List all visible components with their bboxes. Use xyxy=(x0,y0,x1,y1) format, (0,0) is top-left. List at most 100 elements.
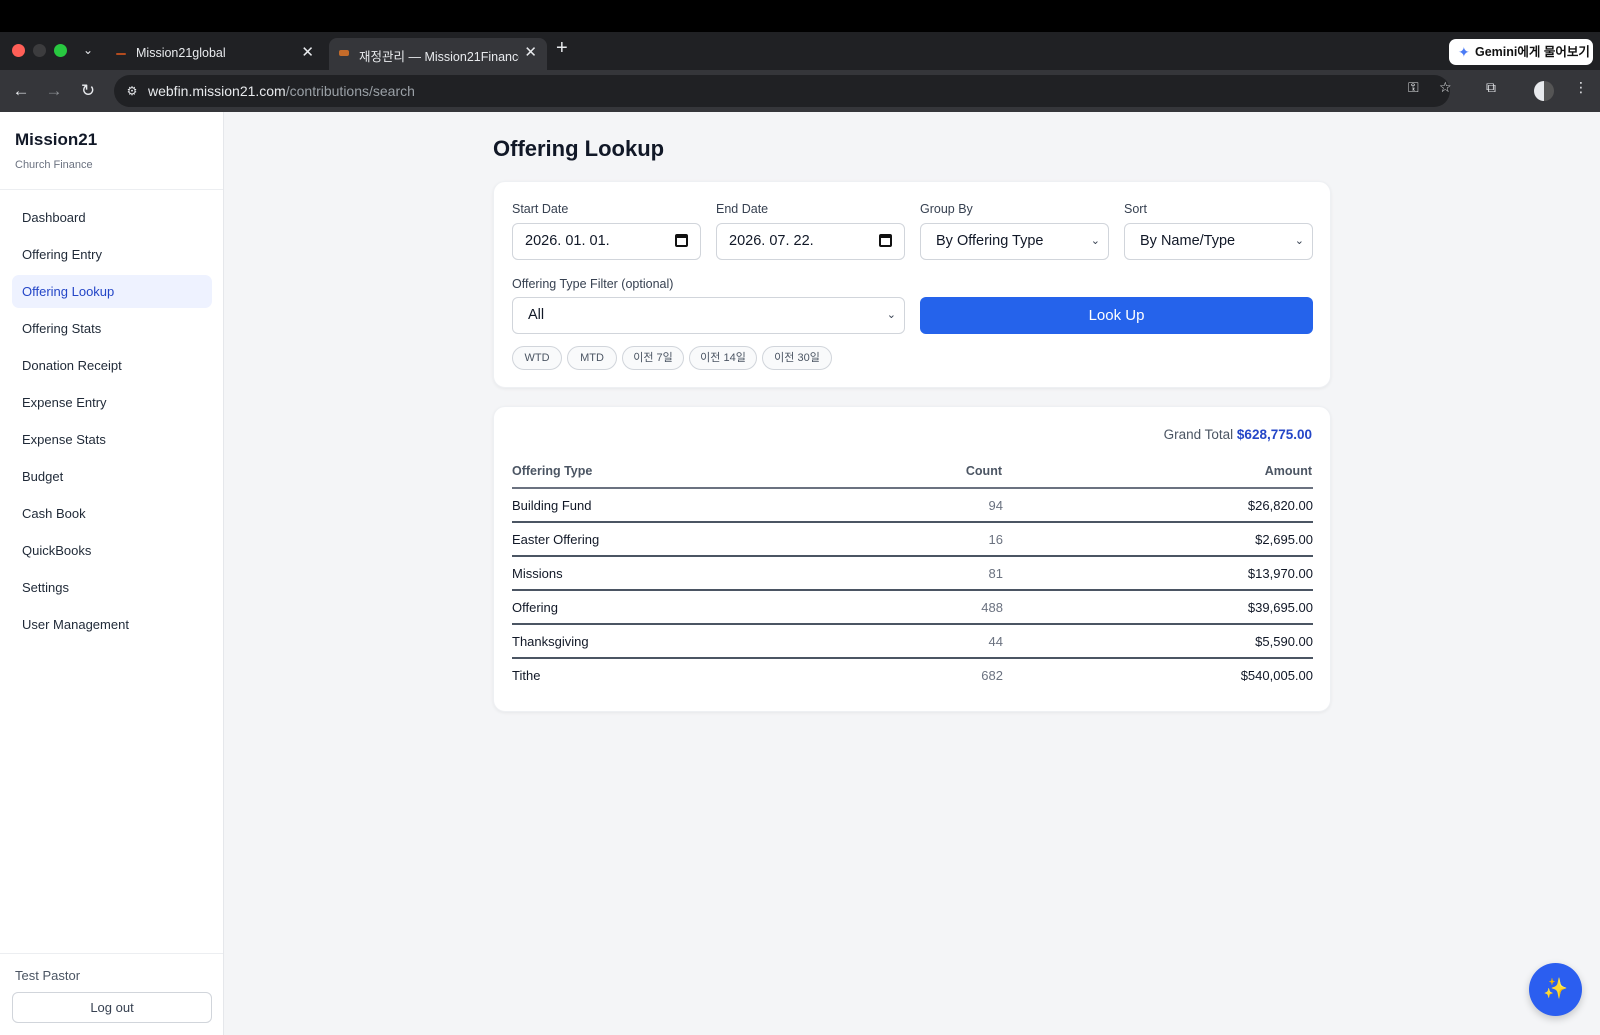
end-date-value: 2026. 07. 22. xyxy=(729,233,814,249)
group-by-select[interactable]: By Offering Type ⌄ xyxy=(920,223,1109,260)
end-date-input[interactable]: 2026. 07. 22. xyxy=(716,223,905,260)
chevron-down-icon: ⌄ xyxy=(1294,235,1304,247)
cell-count: 682 xyxy=(981,668,1003,683)
profile-avatar[interactable] xyxy=(1534,81,1554,101)
quick-range-wtd-chip[interactable]: WTD xyxy=(512,346,562,370)
sidebar-item-offering-entry[interactable]: Offering Entry xyxy=(12,238,212,271)
brand-subtitle: Church Finance xyxy=(15,159,93,171)
chevron-down-icon: ⌄ xyxy=(886,309,896,321)
minimize-window-button[interactable] xyxy=(33,44,46,57)
sidebar-item-expense-stats[interactable]: Expense Stats xyxy=(12,423,212,456)
column-header-offering-type[interactable]: Offering Type xyxy=(512,464,592,478)
cell-offering-type: Easter Offering xyxy=(512,532,600,547)
tab-favicon-icon xyxy=(339,50,349,56)
calendar-icon[interactable] xyxy=(879,234,892,247)
table-row[interactable]: Missions 81 $13,970.00 xyxy=(512,557,1313,591)
chevron-down-icon: ⌄ xyxy=(1090,235,1100,247)
offering-type-filter-select[interactable]: All ⌄ xyxy=(512,297,905,334)
sort-label: Sort xyxy=(1124,202,1147,216)
grand-total: Grand Total $628,775.00 xyxy=(1164,427,1312,442)
sidebar-item-cash-book[interactable]: Cash Book xyxy=(12,497,212,530)
divider xyxy=(0,189,223,190)
ai-assistant-button[interactable]: ✨ xyxy=(1529,963,1582,1016)
bookmark-star-icon[interactable]: ☆ xyxy=(1439,79,1452,95)
sort-select[interactable]: By Name/Type ⌄ xyxy=(1124,223,1313,260)
site-settings-icon[interactable]: ⚙ xyxy=(122,81,142,101)
sidebar-item-dashboard[interactable]: Dashboard xyxy=(12,201,212,234)
url-host: webfin.mission21.com xyxy=(148,83,286,99)
look-up-button[interactable]: Look Up xyxy=(920,297,1313,334)
sidebar-item-donation-receipt[interactable]: Donation Receipt xyxy=(12,349,212,382)
quick-range-30d-chip[interactable]: 이전 30일 xyxy=(762,346,832,370)
group-by-value: By Offering Type xyxy=(936,233,1044,249)
sidebar-item-user-management[interactable]: User Management xyxy=(12,608,212,641)
grand-total-label: Grand Total xyxy=(1163,427,1234,442)
close-window-button[interactable] xyxy=(12,44,25,57)
offering-type-filter-label: Offering Type Filter (optional) xyxy=(512,277,674,291)
app-root: Mission21 Church Finance Dashboard Offer… xyxy=(0,112,1600,1035)
cell-count: 44 xyxy=(988,634,1003,649)
sidebar-item-offering-stats[interactable]: Offering Stats xyxy=(12,312,212,345)
table-row[interactable]: Offering 488 $39,695.00 xyxy=(512,591,1313,625)
tab-title: 재정관리 — Mission21Finance W xyxy=(359,50,519,64)
column-header-amount[interactable]: Amount xyxy=(1265,464,1312,478)
quick-range-7d-chip[interactable]: 이전 7일 xyxy=(622,346,684,370)
maximize-window-button[interactable] xyxy=(54,44,67,57)
browser-tab-2-active[interactable]: 재정관리 — Mission21Finance W ✕ xyxy=(329,38,547,70)
cell-amount: $5,590.00 xyxy=(1255,634,1313,649)
start-date-input[interactable]: 2026. 01. 01. xyxy=(512,223,701,260)
url-text: webfin.mission21.com/contributions/searc… xyxy=(148,83,415,99)
browser-tab-1[interactable]: Mission21global ✕ xyxy=(106,38,324,70)
cell-amount: $13,970.00 xyxy=(1247,566,1313,581)
logout-button[interactable]: Log out xyxy=(12,992,212,1023)
table-row[interactable]: Thanksgiving 44 $5,590.00 xyxy=(512,625,1313,659)
offering-type-filter-value: All xyxy=(528,307,545,323)
cell-count: 488 xyxy=(981,600,1003,615)
cell-amount: $2,695.00 xyxy=(1255,532,1313,547)
table-row[interactable]: Tithe 682 $540,005.00 xyxy=(512,659,1313,693)
results-card: Grand Total $628,775.00 Offering Type Co… xyxy=(493,406,1331,712)
sidebar-item-budget[interactable]: Budget xyxy=(12,460,212,493)
table-row[interactable]: Building Fund 94 $26,820.00 xyxy=(512,489,1313,523)
screen-top-bar xyxy=(0,0,1600,32)
quick-range-14d-chip[interactable]: 이전 14일 xyxy=(689,346,757,370)
sidebar-item-expense-entry[interactable]: Expense Entry xyxy=(12,386,212,419)
calendar-icon[interactable] xyxy=(675,234,688,247)
start-date-value: 2026. 01. 01. xyxy=(525,233,610,249)
cell-offering-type: Offering xyxy=(512,600,559,615)
cell-offering-type: Tithe xyxy=(512,668,541,683)
cell-amount: $26,820.00 xyxy=(1247,498,1313,513)
browser-menu-icon[interactable]: ⋮ xyxy=(1574,79,1588,95)
browser-toolbar: ← → ↻ ⚙ webfin.mission21.com/contributio… xyxy=(0,70,1600,112)
address-bar[interactable]: ⚙ webfin.mission21.com/contributions/sea… xyxy=(114,75,1450,107)
group-by-label: Group By xyxy=(920,202,973,216)
sidebar-item-settings[interactable]: Settings xyxy=(12,571,212,604)
cell-count: 16 xyxy=(988,532,1003,547)
back-arrow-icon[interactable]: ← xyxy=(11,81,31,101)
password-key-icon[interactable]: ⚿ xyxy=(1408,79,1419,95)
current-user-name: Test Pastor xyxy=(15,968,81,983)
grand-total-value: $628,775.00 xyxy=(1236,427,1312,442)
table-row[interactable]: Easter Offering 16 $2,695.00 xyxy=(512,523,1313,557)
gemini-label: Gemini에게 물어보기 xyxy=(1475,45,1590,59)
sidebar-item-offering-lookup[interactable]: Offering Lookup xyxy=(12,275,212,308)
reload-icon[interactable]: ↻ xyxy=(78,81,98,101)
new-tab-plus-icon[interactable]: + xyxy=(556,38,568,58)
cell-offering-type: Thanksgiving xyxy=(512,634,589,649)
divider xyxy=(0,953,223,954)
tab-title: Mission21global xyxy=(136,46,226,60)
forward-arrow-icon[interactable]: → xyxy=(44,81,64,101)
quick-range-mtd-chip[interactable]: MTD xyxy=(567,346,617,370)
column-header-count[interactable]: Count xyxy=(966,464,1002,478)
end-date-label: End Date xyxy=(716,202,769,216)
sidebar: Mission21 Church Finance Dashboard Offer… xyxy=(0,112,224,1035)
gemini-sparkle-icon: ✦ xyxy=(1458,44,1470,60)
extensions-puzzle-icon[interactable]: ⧉ xyxy=(1486,79,1496,95)
sidebar-item-quickbooks[interactable]: QuickBooks xyxy=(12,534,212,567)
tab-search-chevron-icon[interactable]: ⌄ xyxy=(80,41,96,59)
tab-close-icon[interactable]: ✕ xyxy=(524,44,537,62)
filters-card: Start Date 2026. 01. 01. End Date 2026. … xyxy=(493,181,1331,388)
tab-close-icon[interactable]: ✕ xyxy=(301,44,314,62)
browser-tab-strip: ⌄ Mission21global ✕ 재정관리 — Mission21Fina… xyxy=(0,32,1600,70)
gemini-ask-button[interactable]: ✦ Gemini에게 물어보기 xyxy=(1449,39,1593,65)
